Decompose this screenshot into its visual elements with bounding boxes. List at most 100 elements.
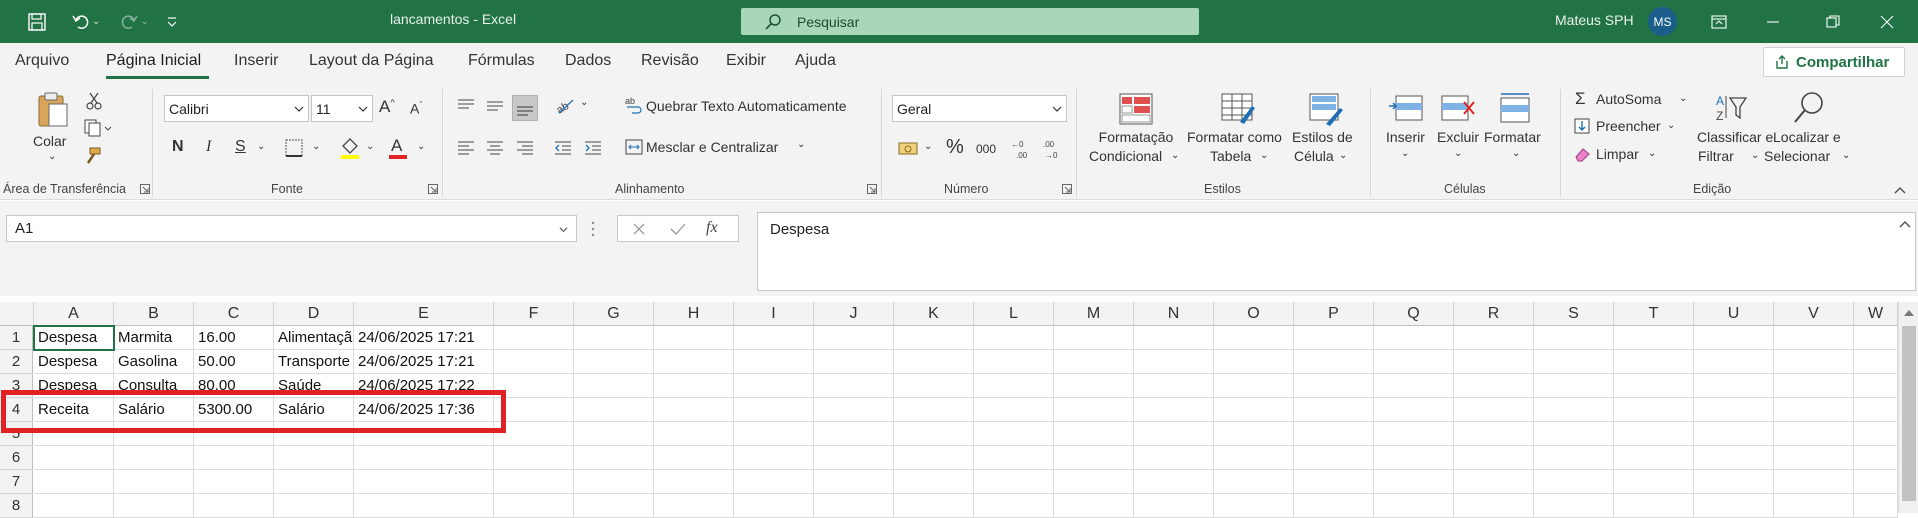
number-launcher-icon[interactable] xyxy=(1062,184,1072,194)
font-color-button[interactable]: A xyxy=(386,133,410,161)
cell-o7[interactable] xyxy=(1214,470,1294,494)
delete-cells-dropdown-icon[interactable]: ⌄ xyxy=(1454,148,1462,159)
cell-d5[interactable] xyxy=(274,422,354,446)
cell-b4[interactable]: Salário xyxy=(114,398,194,422)
cell-k4[interactable] xyxy=(894,398,974,422)
cell-t1[interactable] xyxy=(1614,326,1694,350)
tab-formulas[interactable]: Fórmulas xyxy=(468,52,535,70)
cell-c7[interactable] xyxy=(194,470,274,494)
paste-button[interactable] xyxy=(34,89,72,131)
cell-t2[interactable] xyxy=(1614,350,1694,374)
cell-f7[interactable] xyxy=(494,470,574,494)
conditional-formatting-label-2[interactable]: Condicional xyxy=(1089,148,1162,164)
cell-q3[interactable] xyxy=(1374,374,1454,398)
cell-i8[interactable] xyxy=(734,494,814,518)
insert-cells-dropdown-icon[interactable]: ⌄ xyxy=(1401,148,1409,159)
cell-w4[interactable] xyxy=(1854,398,1898,422)
bold-button[interactable]: N xyxy=(172,138,184,156)
cell-o1[interactable] xyxy=(1214,326,1294,350)
sort-filter-icon-button[interactable]: AZ xyxy=(1713,91,1749,125)
cell-i4[interactable] xyxy=(734,398,814,422)
decrease-indent-button[interactable] xyxy=(552,137,574,159)
cell-q6[interactable] xyxy=(1374,446,1454,470)
scrollbar-thumb[interactable] xyxy=(1902,326,1916,501)
cell-j5[interactable] xyxy=(814,422,894,446)
cell-d7[interactable] xyxy=(274,470,354,494)
name-box[interactable]: A1 xyxy=(6,215,577,242)
cell-n7[interactable] xyxy=(1134,470,1214,494)
select-all-corner[interactable] xyxy=(0,302,34,326)
tab-exibir[interactable]: Exibir xyxy=(726,52,766,70)
cell-e1[interactable]: 24/06/2025 17:21 xyxy=(354,326,494,350)
cell-w2[interactable] xyxy=(1854,350,1898,374)
column-header-g[interactable]: G xyxy=(574,302,654,326)
cell-h7[interactable] xyxy=(654,470,734,494)
cell-t8[interactable] xyxy=(1614,494,1694,518)
cell-p8[interactable] xyxy=(1294,494,1374,518)
cell-n3[interactable] xyxy=(1134,374,1214,398)
cell-i6[interactable] xyxy=(734,446,814,470)
cell-r5[interactable] xyxy=(1454,422,1534,446)
cell-t7[interactable] xyxy=(1614,470,1694,494)
cell-a2[interactable]: Despesa xyxy=(34,350,114,374)
cell-e5[interactable] xyxy=(354,422,494,446)
wrap-text-icon-button[interactable]: ab xyxy=(624,95,644,115)
cell-w1[interactable] xyxy=(1854,326,1898,350)
save-button[interactable] xyxy=(22,7,52,37)
underline-button[interactable]: S xyxy=(235,138,246,156)
cell-j7[interactable] xyxy=(814,470,894,494)
cell-g8[interactable] xyxy=(574,494,654,518)
cell-f1[interactable] xyxy=(494,326,574,350)
search-input[interactable]: Pesquisar xyxy=(741,8,1199,35)
orientation-button[interactable]: ab xyxy=(553,95,579,117)
find-select-icon-button[interactable] xyxy=(1791,89,1827,127)
paste-dropdown-icon[interactable]: ⌄ xyxy=(48,151,56,162)
accounting-format-button[interactable] xyxy=(896,138,922,160)
accounting-dropdown-icon[interactable]: ⌄ xyxy=(924,141,932,152)
cell-o2[interactable] xyxy=(1214,350,1294,374)
cell-v8[interactable] xyxy=(1774,494,1854,518)
format-cells-icon-button[interactable] xyxy=(1496,91,1534,127)
format-as-table-label-1[interactable]: Formatar como xyxy=(1187,129,1282,145)
cell-l2[interactable] xyxy=(974,350,1054,374)
cut-button[interactable] xyxy=(84,91,104,111)
cell-c4[interactable]: 5300.00 xyxy=(194,398,274,422)
cell-c1[interactable]: 16.00 xyxy=(194,326,274,350)
fill-color-dropdown-icon[interactable]: ⌄ xyxy=(366,141,374,152)
cell-w8[interactable] xyxy=(1854,494,1898,518)
cell-p7[interactable] xyxy=(1294,470,1374,494)
column-header-e[interactable]: E xyxy=(354,302,494,326)
row-header-8[interactable]: 8 xyxy=(0,494,33,518)
fill-button[interactable]: Preencher xyxy=(1596,118,1661,134)
align-right-button[interactable] xyxy=(514,137,536,159)
thousands-separator-button[interactable]: 000 xyxy=(976,142,996,156)
cell-v6[interactable] xyxy=(1774,446,1854,470)
cell-j6[interactable] xyxy=(814,446,894,470)
merge-center-button[interactable]: Mesclar e Centralizar xyxy=(646,139,778,155)
cell-i5[interactable] xyxy=(734,422,814,446)
cell-q5[interactable] xyxy=(1374,422,1454,446)
cell-b5[interactable] xyxy=(114,422,194,446)
cell-q7[interactable] xyxy=(1374,470,1454,494)
tab-dados[interactable]: Dados xyxy=(565,52,611,70)
cell-m1[interactable] xyxy=(1054,326,1134,350)
cell-r4[interactable] xyxy=(1454,398,1534,422)
cell-m3[interactable] xyxy=(1054,374,1134,398)
minimize-button[interactable] xyxy=(1750,0,1796,43)
column-header-o[interactable]: O xyxy=(1214,302,1294,326)
cell-s3[interactable] xyxy=(1534,374,1614,398)
cell-w7[interactable] xyxy=(1854,470,1898,494)
worksheet-grid[interactable]: A B C D E F G H I J K L M N O P Q R S T U V W 1 Despesa Marmita 16… xyxy=(0,302,1918,518)
cell-styles-icon-button[interactable] xyxy=(1307,91,1345,127)
cell-e7[interactable] xyxy=(354,470,494,494)
row-header-4[interactable]: 4 xyxy=(0,398,33,422)
cell-r3[interactable] xyxy=(1454,374,1534,398)
cell-k8[interactable] xyxy=(894,494,974,518)
cell-g7[interactable] xyxy=(574,470,654,494)
cell-b2[interactable]: Gasolina xyxy=(114,350,194,374)
cell-m2[interactable] xyxy=(1054,350,1134,374)
column-header-f[interactable]: F xyxy=(494,302,574,326)
cell-l3[interactable] xyxy=(974,374,1054,398)
font-size-select[interactable]: 11 xyxy=(311,95,373,122)
sort-filter-label-2[interactable]: Filtrar xyxy=(1698,148,1734,164)
